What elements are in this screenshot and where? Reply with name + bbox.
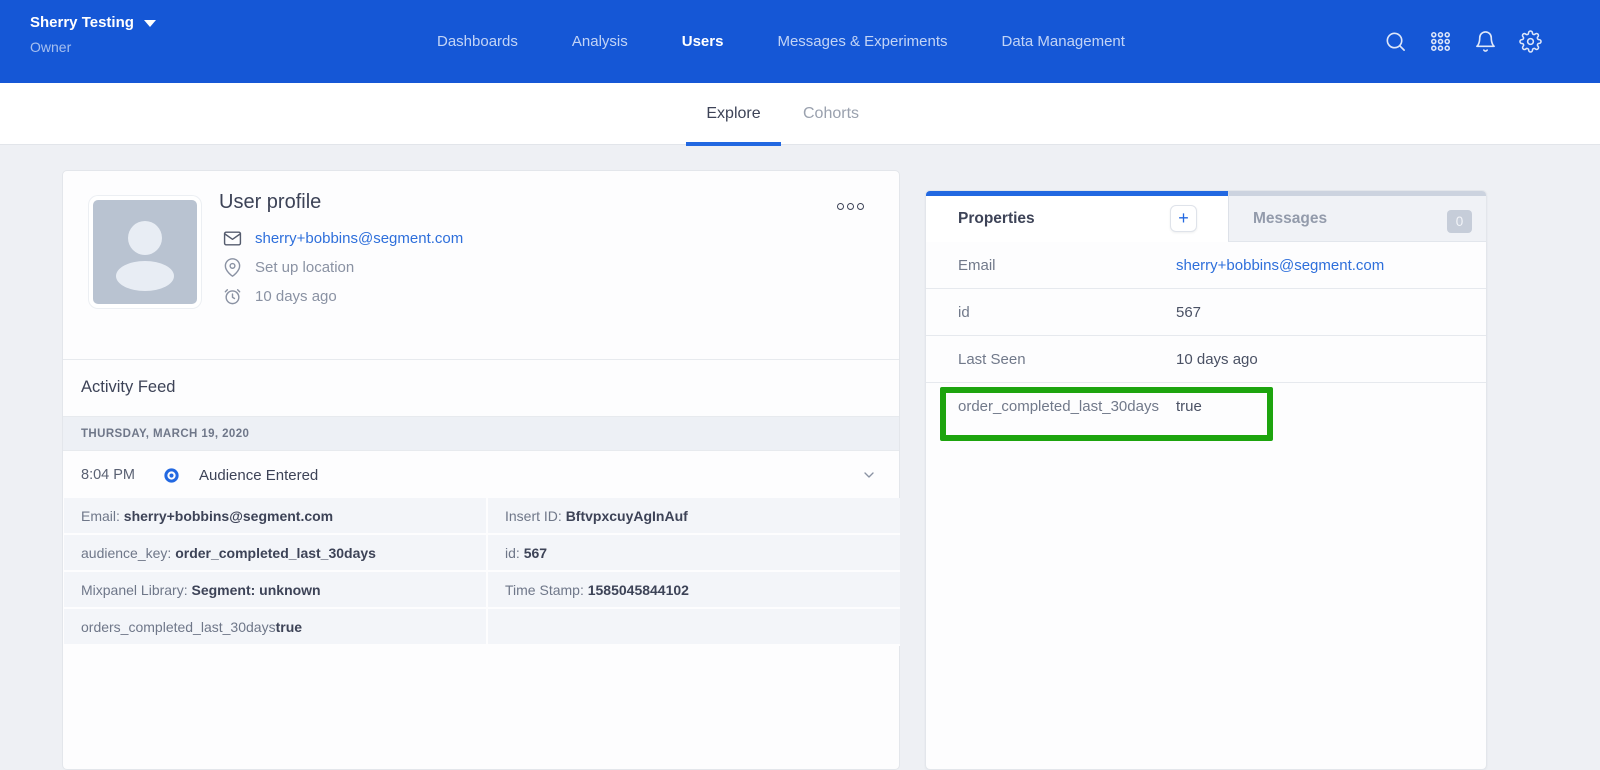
event-name: Audience Entered bbox=[199, 467, 318, 484]
property-row-id: id 567 bbox=[926, 289, 1486, 336]
profile-email-row: sherry+bobbins@segment.com bbox=[223, 229, 463, 248]
property-label: Last Seen bbox=[958, 351, 1176, 368]
tab-properties-label: Properties bbox=[958, 210, 1035, 228]
workspace-name: Sherry Testing bbox=[30, 14, 134, 31]
settings-gear-icon[interactable] bbox=[1518, 30, 1542, 54]
property-label: order_completed_last_30days bbox=[958, 398, 1176, 415]
property-row-order-completed: order_completed_last_30days true bbox=[926, 383, 1486, 430]
dot-icon bbox=[847, 203, 854, 210]
detail-cell-insert-id: Insert ID: BftvpxcuyAgInAuf bbox=[488, 498, 900, 535]
event-details-table: Email: sherry+bobbins@segment.com Insert… bbox=[64, 498, 900, 646]
property-row-email: Email sherry+bobbins@segment.com bbox=[926, 242, 1486, 289]
top-nav-bar: Sherry Testing Owner Dashboards Analysis… bbox=[0, 0, 1600, 83]
detail-cell-id: id: 567 bbox=[488, 535, 900, 572]
activity-feed-title: Activity Feed bbox=[81, 378, 175, 397]
explore-cohorts-tabstrip: Explore Cohorts bbox=[0, 83, 1600, 145]
apps-grid-icon[interactable] bbox=[1428, 30, 1452, 54]
envelope-icon bbox=[223, 229, 242, 248]
detail-cell-mixpanel-library: Mixpanel Library: Segment: unknown bbox=[64, 572, 488, 609]
dot-icon bbox=[837, 203, 844, 210]
detail-cell-empty bbox=[488, 609, 900, 646]
set-up-location-link[interactable]: Set up location bbox=[255, 259, 354, 276]
detail-cell-time-stamp: Time Stamp: 1585045844102 bbox=[488, 572, 900, 609]
search-icon[interactable] bbox=[1383, 30, 1407, 54]
divider bbox=[63, 359, 899, 360]
nav-item-messages-experiments[interactable]: Messages & Experiments bbox=[777, 33, 947, 50]
dot-icon bbox=[857, 203, 864, 210]
alarm-clock-icon bbox=[223, 287, 242, 306]
chevron-down-icon[interactable] bbox=[861, 467, 877, 483]
nav-item-dashboards[interactable]: Dashboards bbox=[437, 33, 518, 50]
nav-item-data-management[interactable]: Data Management bbox=[1002, 33, 1125, 50]
main-nav: Dashboards Analysis Users Messages & Exp… bbox=[437, 0, 1125, 83]
property-value: true bbox=[1176, 398, 1202, 415]
tab-explore[interactable]: Explore bbox=[686, 83, 781, 145]
property-value: 567 bbox=[1176, 304, 1201, 321]
property-label: id bbox=[958, 304, 1176, 321]
properties-tabbar: Properties + Messages 0 bbox=[926, 191, 1486, 242]
nav-item-analysis[interactable]: Analysis bbox=[572, 33, 628, 50]
property-row-last-seen: Last Seen 10 days ago bbox=[926, 336, 1486, 383]
page-title: User profile bbox=[219, 191, 321, 214]
chevron-down-icon bbox=[144, 20, 156, 27]
profile-last-seen-row: 10 days ago bbox=[223, 287, 337, 306]
tab-cohorts[interactable]: Cohorts bbox=[796, 83, 866, 145]
user-profile-card: User profile sherry+bobbins@segment.com … bbox=[62, 170, 900, 770]
properties-panel: Properties + Messages 0 Email sherry+bob… bbox=[925, 190, 1487, 770]
property-label: Email bbox=[958, 257, 1176, 274]
tab-messages[interactable]: Messages 0 bbox=[1228, 191, 1486, 242]
activity-date-header: THURSDAY, MARCH 19, 2020 bbox=[63, 416, 899, 451]
property-value-email-link[interactable]: sherry+bobbins@segment.com bbox=[1176, 257, 1384, 274]
event-time: 8:04 PM bbox=[81, 467, 149, 483]
workspace-switcher[interactable]: Sherry Testing Owner bbox=[30, 14, 156, 55]
profile-last-seen: 10 days ago bbox=[255, 288, 337, 305]
nav-item-users[interactable]: Users bbox=[682, 33, 724, 50]
nav-icon-group bbox=[1383, 0, 1542, 83]
detail-cell-orders-completed: orders_completed_last_30daystrue bbox=[64, 609, 488, 646]
notifications-bell-icon[interactable] bbox=[1473, 30, 1497, 54]
tab-cohorts-label: Cohorts bbox=[803, 105, 859, 123]
messages-count-badge: 0 bbox=[1447, 210, 1472, 233]
avatar bbox=[89, 196, 201, 308]
location-pin-icon bbox=[223, 258, 242, 277]
activity-date-label: THURSDAY, MARCH 19, 2020 bbox=[81, 428, 249, 440]
detail-cell-email: Email: sherry+bobbins@segment.com bbox=[64, 498, 488, 535]
detail-cell-audience-key: audience_key: order_completed_last_30day… bbox=[64, 535, 488, 572]
event-type-icon bbox=[164, 468, 179, 483]
tab-properties[interactable]: Properties + bbox=[926, 191, 1228, 242]
more-options-button[interactable] bbox=[833, 199, 868, 214]
profile-email-link[interactable]: sherry+bobbins@segment.com bbox=[255, 230, 463, 247]
workspace-role: Owner bbox=[30, 39, 156, 55]
property-value: 10 days ago bbox=[1176, 351, 1258, 368]
tab-messages-label: Messages bbox=[1253, 210, 1327, 228]
add-property-button[interactable]: + bbox=[1170, 205, 1197, 232]
profile-location-row: Set up location bbox=[223, 258, 354, 277]
activity-event-row[interactable]: 8:04 PM Audience Entered bbox=[63, 452, 899, 498]
tab-explore-label: Explore bbox=[706, 105, 760, 123]
